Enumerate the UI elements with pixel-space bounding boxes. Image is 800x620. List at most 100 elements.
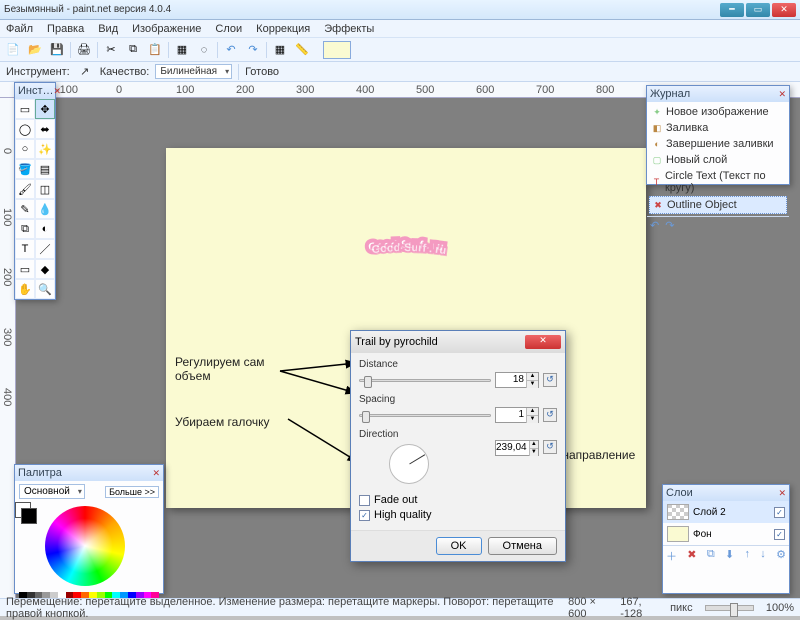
- clone-tool-icon[interactable]: ⧉: [15, 219, 35, 239]
- dialog-titlebar[interactable]: Trail by pyrochild ✕: [351, 331, 565, 353]
- maximize-button[interactable]: ▭: [746, 3, 770, 17]
- direction-input[interactable]: 239,04▲▼: [495, 440, 539, 456]
- pan-tool-icon[interactable]: ✋: [15, 279, 35, 299]
- spin-down-icon[interactable]: ▼: [526, 380, 538, 388]
- ellipse-select-tool-icon[interactable]: ○: [15, 139, 35, 159]
- delete-layer-icon[interactable]: ✖: [687, 548, 696, 564]
- document-thumbnail[interactable]: [323, 41, 351, 59]
- menu-view[interactable]: Вид: [98, 23, 118, 35]
- trail-dialog[interactable]: Trail by pyrochild ✕ Distance 18▲▼ ↺ Spa…: [350, 330, 566, 562]
- text-tool-icon[interactable]: T: [15, 239, 35, 259]
- zoom-tool-icon[interactable]: 🔍: [35, 279, 55, 299]
- spin-up-icon[interactable]: ▲: [526, 373, 538, 380]
- ok-button[interactable]: OK: [436, 537, 482, 555]
- open-icon[interactable]: 📂: [26, 41, 44, 59]
- undo-history-icon[interactable]: ↶: [650, 219, 659, 232]
- move-down-icon[interactable]: ↓: [760, 548, 766, 564]
- shapes-tool-icon[interactable]: ◆: [35, 259, 55, 279]
- brush-tool-icon[interactable]: 🖌: [15, 179, 35, 199]
- menu-image[interactable]: Изображение: [132, 23, 201, 35]
- cut-icon[interactable]: ✂: [102, 41, 120, 59]
- ruler-icon[interactable]: 📏: [293, 41, 311, 59]
- layer-row[interactable]: Слой 2 ✓: [663, 501, 789, 523]
- reset-button[interactable]: ↺: [543, 408, 557, 422]
- history-item[interactable]: ▢Новый слой: [649, 152, 787, 168]
- merge-layer-icon[interactable]: ⬇: [725, 548, 734, 564]
- history-panel-close-icon[interactable]: ✕: [778, 89, 786, 100]
- spin-down-icon[interactable]: ▼: [529, 448, 538, 456]
- color-wheel[interactable]: [45, 506, 125, 586]
- color-mode-dropdown[interactable]: Основной: [19, 484, 85, 499]
- history-item[interactable]: TCircle Text (Текст по кругу): [649, 168, 787, 196]
- close-button[interactable]: ✕: [772, 3, 796, 17]
- layer-visible-checkbox[interactable]: ✓: [774, 529, 785, 540]
- spin-up-icon[interactable]: ▲: [529, 441, 538, 448]
- palette-panel-close-icon[interactable]: ✕: [152, 468, 160, 479]
- reset-button[interactable]: ↺: [543, 440, 557, 454]
- tools-panel[interactable]: Инст…✕ ▭ ✥ ◯ ⬌ ○ ✨ 🪣 ▤ 🖌 ◫ ✎ 💧 ⧉ ◐ T ／ ▭…: [14, 82, 56, 300]
- eraser-tool-icon[interactable]: ◫: [35, 179, 55, 199]
- move-tool-icon[interactable]: ✥: [35, 99, 55, 119]
- magic-wand-tool-icon[interactable]: ✨: [35, 139, 55, 159]
- history-item[interactable]: ✦Новое изображение: [649, 104, 787, 120]
- lasso-tool-icon[interactable]: ◯: [15, 119, 35, 139]
- distance-slider[interactable]: [359, 379, 491, 382]
- layers-panel-close-icon[interactable]: ✕: [778, 488, 786, 499]
- save-icon[interactable]: 💾: [48, 41, 66, 59]
- zoom-slider[interactable]: [705, 605, 754, 611]
- recolor-tool-icon[interactable]: ◐: [35, 219, 55, 239]
- spacing-input[interactable]: 1▲▼: [495, 407, 539, 423]
- history-item[interactable]: ◧Заливка: [649, 120, 787, 136]
- deselect-icon[interactable]: ◌: [195, 41, 213, 59]
- layer-row[interactable]: Фон ✓: [663, 523, 789, 545]
- menu-adjust[interactable]: Коррекция: [256, 23, 310, 35]
- swatch-pair[interactable]: [15, 502, 41, 524]
- minimize-button[interactable]: ━: [720, 3, 744, 17]
- duplicate-layer-icon[interactable]: ⧉: [707, 548, 715, 564]
- distance-input[interactable]: 18▲▼: [495, 372, 539, 388]
- spin-down-icon[interactable]: ▼: [526, 415, 538, 423]
- menu-edit[interactable]: Правка: [47, 23, 84, 35]
- dialog-close-button[interactable]: ✕: [525, 335, 561, 349]
- add-layer-icon[interactable]: ＋: [666, 548, 677, 564]
- line-tool-icon[interactable]: ／: [35, 239, 55, 259]
- spin-up-icon[interactable]: ▲: [526, 408, 538, 415]
- quality-dropdown[interactable]: Билинейная: [155, 64, 232, 79]
- direction-dial[interactable]: [389, 444, 429, 484]
- move-up-icon[interactable]: ↑: [744, 548, 750, 564]
- fadeout-checkbox[interactable]: [359, 495, 370, 506]
- active-tool-icon[interactable]: ↗: [76, 63, 94, 81]
- menu-effects[interactable]: Эффекты: [324, 23, 374, 35]
- select-rect-tool-icon[interactable]: ▭: [15, 99, 35, 119]
- palette-panel[interactable]: Палитра✕ Основной Больше >>: [14, 464, 164, 594]
- highquality-checkbox[interactable]: ✓: [359, 510, 370, 521]
- grid-icon[interactable]: ▦: [271, 41, 289, 59]
- status-unit-dropdown[interactable]: пикс: [670, 602, 693, 614]
- paste-icon[interactable]: 📋: [146, 41, 164, 59]
- move-selection-tool-icon[interactable]: ⬌: [35, 119, 55, 139]
- new-icon[interactable]: 📄: [4, 41, 22, 59]
- pencil-tool-icon[interactable]: ✎: [15, 199, 35, 219]
- menu-layers[interactable]: Слои: [215, 23, 242, 35]
- bucket-tool-icon[interactable]: 🪣: [15, 159, 35, 179]
- history-item[interactable]: ✖Outline Object: [649, 196, 787, 214]
- rect-tool-icon[interactable]: ▭: [15, 259, 35, 279]
- redo-icon[interactable]: ↷: [244, 41, 262, 59]
- tools-panel-close-icon[interactable]: ✕: [54, 86, 62, 97]
- gradient-tool-icon[interactable]: ▤: [35, 159, 55, 179]
- menu-file[interactable]: Файл: [6, 23, 33, 35]
- history-panel[interactable]: Журнал✕ ✦Новое изображение ◧Заливка ◐Зав…: [646, 85, 790, 185]
- history-item[interactable]: ◐Завершение заливки: [649, 136, 787, 152]
- cancel-button[interactable]: Отмена: [488, 537, 557, 555]
- copy-icon[interactable]: ⧉: [124, 41, 142, 59]
- undo-icon[interactable]: ↶: [222, 41, 240, 59]
- spacing-slider[interactable]: [359, 414, 491, 417]
- more-button[interactable]: Больше >>: [105, 486, 159, 498]
- layers-panel[interactable]: Слои✕ Слой 2 ✓ Фон ✓ ＋ ✖ ⧉ ⬇ ↑ ↓ ⚙: [662, 484, 790, 594]
- print-icon[interactable]: 🖨: [75, 41, 93, 59]
- crop-icon[interactable]: ▦: [173, 41, 191, 59]
- colorpicker-tool-icon[interactable]: 💧: [35, 199, 55, 219]
- layer-props-icon[interactable]: ⚙: [776, 548, 786, 564]
- layer-visible-checkbox[interactable]: ✓: [774, 507, 785, 518]
- redo-history-icon[interactable]: ↷: [665, 219, 674, 232]
